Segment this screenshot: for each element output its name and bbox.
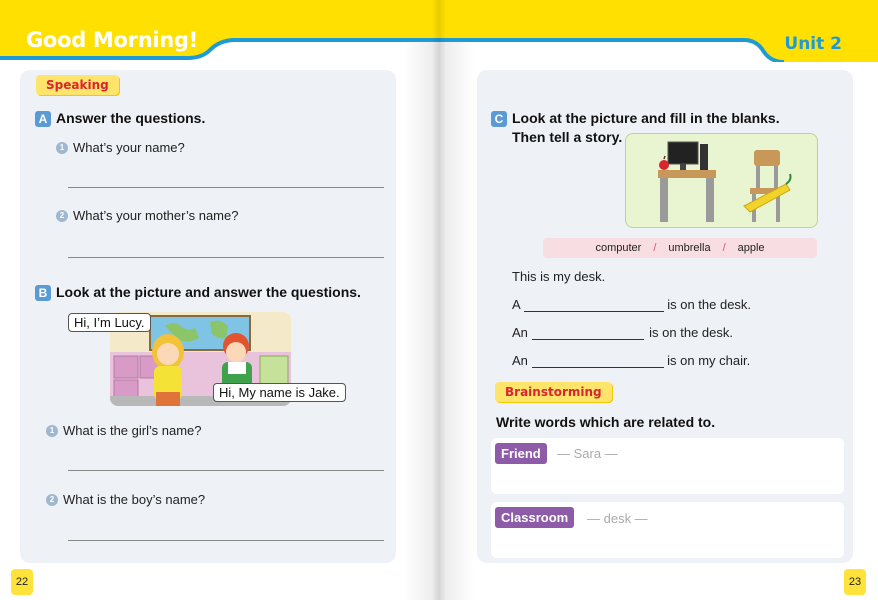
question-number: 2 — [46, 493, 58, 506]
question-a2: 2 What’s your mother’s name? — [56, 208, 238, 223]
section-a-heading: A Answer the questions. — [35, 110, 205, 127]
speaking-tag: Speaking — [36, 75, 119, 95]
answer-line-a2[interactable] — [68, 257, 384, 258]
word-separator: / — [722, 242, 726, 254]
question-text: What is the boy’s name? — [63, 492, 206, 507]
question-b1: 1 What is the girl’s name? — [46, 423, 202, 438]
question-a1: 1 What’s your name? — [56, 140, 185, 155]
section-c-badge: C — [491, 111, 507, 127]
brainstorm-label-classroom: Classroom — [495, 507, 575, 528]
question-b2: 2 What is the boy’s name? — [46, 492, 205, 507]
sentence-2: A is on the desk. — [512, 297, 751, 312]
sentence-suffix: is on my chair. — [667, 353, 751, 368]
speech-bubble-lucy: Hi, I’m Lucy. — [68, 313, 151, 332]
word-bank: computer / umbrella / apple — [543, 238, 817, 258]
word-bank-item: apple — [737, 242, 765, 254]
section-a-title: Answer the questions. — [56, 110, 206, 126]
sentence-prefix: A — [512, 297, 520, 312]
brainstorm-example-classroom: — desk — — [587, 511, 648, 526]
sentence-prefix: An — [512, 353, 528, 368]
question-text: What’s your mother’s name? — [73, 208, 239, 223]
page-title: Good Morning! — [26, 28, 198, 52]
sentence-1: This is my desk. — [512, 269, 606, 284]
page-number-right: 23 — [844, 569, 866, 595]
speech-bubble-jake: Hi, My name is Jake. — [213, 383, 346, 402]
brainstorm-instruction: Write words which are related to. — [496, 414, 716, 430]
word-bank-item: computer — [595, 242, 642, 254]
section-b-title: Look at the picture and answer the quest… — [56, 284, 361, 300]
section-c-title-line2: Then tell a story. — [512, 129, 623, 145]
textbook-spread: Good Morning! Speaking A Answer the ques… — [0, 0, 878, 600]
fill-blank-2[interactable] — [523, 299, 664, 312]
question-text: What is the girl’s name? — [63, 423, 202, 438]
right-page: Unit 2 C Look at the picture and fill in… — [439, 0, 878, 600]
question-number: 1 — [56, 141, 68, 154]
sentence-4: An is on my chair. — [512, 353, 750, 368]
sentence-prefix: An — [512, 325, 528, 340]
brainstorm-label-friend: Friend — [495, 443, 547, 464]
sentence-suffix: is on the desk. — [667, 297, 752, 312]
book-gutter — [432, 0, 446, 600]
question-number: 2 — [56, 209, 68, 222]
brainstorming-tag: Brainstorming — [495, 382, 612, 402]
section-b-badge: B — [35, 285, 51, 301]
sentence-suffix: is on the desk. — [649, 325, 733, 340]
picture-desk-chair — [625, 133, 818, 228]
left-page: Good Morning! Speaking A Answer the ques… — [0, 0, 439, 600]
question-text: What’s your name? — [73, 140, 185, 155]
fill-blank-4[interactable] — [531, 355, 664, 368]
word-separator: / — [653, 242, 657, 254]
answer-line-a1[interactable] — [68, 187, 384, 188]
word-bank-item: umbrella — [668, 242, 711, 254]
unit-title: Unit 2 — [784, 34, 842, 54]
brainstorm-example-friend: — Sara — — [557, 446, 618, 461]
answer-line-b2[interactable] — [68, 540, 384, 541]
section-a-badge: A — [35, 111, 51, 127]
question-number: 1 — [46, 424, 58, 437]
page-number-left: 22 — [11, 569, 33, 595]
desk-chair-illustration — [658, 141, 792, 222]
sentence-3: An is on the desk. — [512, 325, 733, 340]
section-c-title-line1: Look at the picture and fill in the blan… — [512, 110, 780, 126]
section-b-heading: B Look at the picture and answer the que… — [35, 284, 361, 301]
answer-line-b1[interactable] — [68, 470, 384, 471]
fill-blank-3[interactable] — [531, 327, 644, 340]
